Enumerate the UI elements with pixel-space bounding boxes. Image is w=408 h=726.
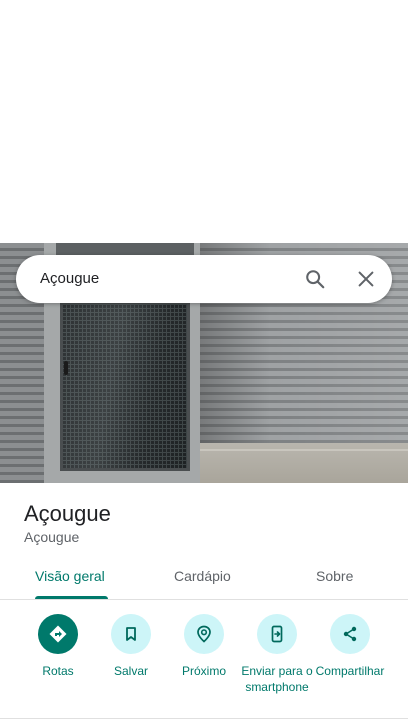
send-to-phone-icon — [257, 614, 297, 654]
share-icon — [330, 614, 370, 654]
sidewalk-edge — [196, 449, 408, 451]
tab-bar: Visão geral Cardápio Sobre — [0, 556, 408, 600]
door-handle — [64, 361, 68, 375]
tab-about[interactable]: Sobre — [316, 568, 353, 584]
place-title: Açougue — [24, 501, 111, 526]
tab-overview[interactable]: Visão geral — [35, 568, 105, 584]
map-blank-area — [0, 0, 408, 243]
directions-icon — [38, 614, 78, 654]
nearby-icon — [184, 614, 224, 654]
search-input[interactable]: Açougue — [40, 270, 99, 287]
place-category: Açougue — [24, 529, 80, 545]
share-label: Compartilhar — [315, 664, 385, 678]
search-icon[interactable] — [304, 268, 326, 290]
door-mesh — [63, 304, 187, 468]
share-button[interactable]: Compartilhar — [307, 614, 393, 679]
divider — [0, 718, 408, 719]
close-icon[interactable] — [355, 268, 377, 290]
search-bar[interactable]: Açougue — [16, 255, 392, 303]
bookmark-icon — [111, 614, 151, 654]
active-tab-indicator — [35, 596, 108, 599]
tab-menu[interactable]: Cardápio — [174, 568, 231, 584]
